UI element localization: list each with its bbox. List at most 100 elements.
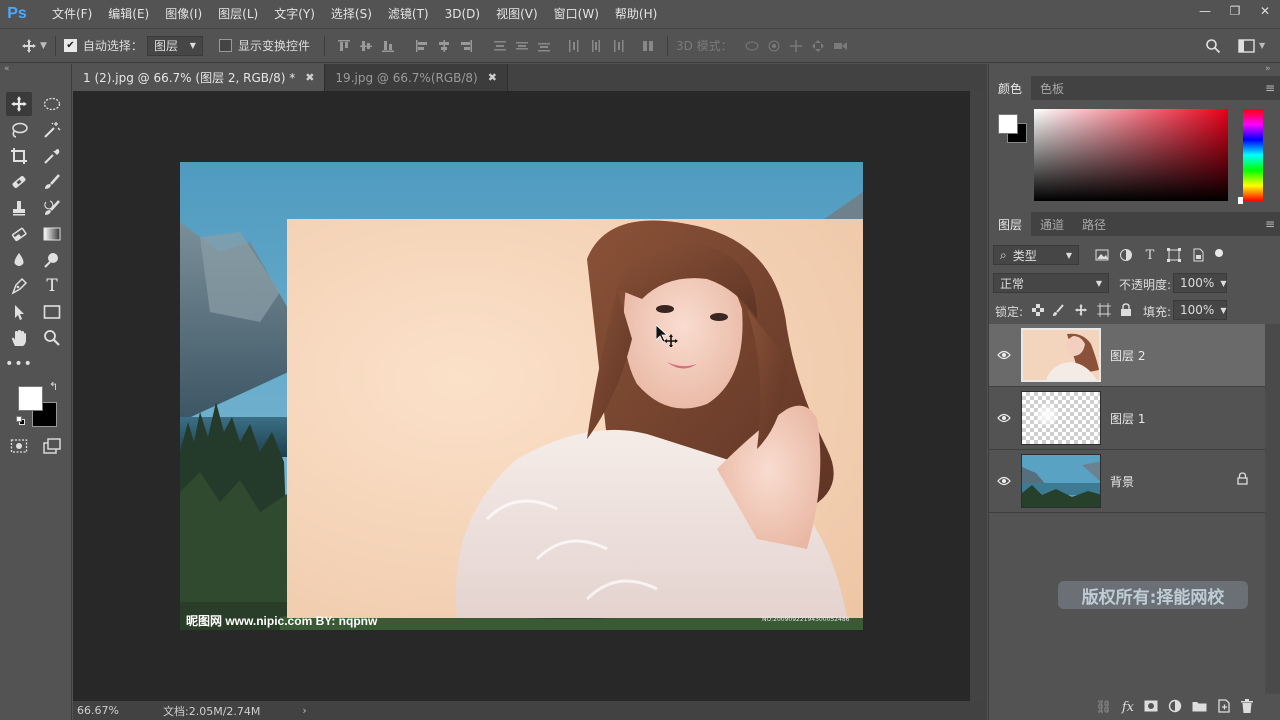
menu-view[interactable]: 视图(V) [488,5,546,22]
3d-orbit-icon[interactable] [741,35,763,57]
3d-pan-icon[interactable] [785,35,807,57]
zoom-icon[interactable] [39,326,65,350]
distribute-right-icon[interactable] [607,35,629,57]
path-selection-icon[interactable] [6,300,32,324]
visibility-eye-icon[interactable] [989,350,1019,360]
layer-list-scrollbar[interactable] [1265,324,1280,694]
panel-menu-icon[interactable]: ≡ [1265,81,1275,95]
link-layers-icon[interactable]: ⛓ [1095,700,1112,715]
restore-icon[interactable]: ❐ [1220,0,1250,22]
align-bottom-icon[interactable] [377,35,399,57]
layer-row-layer-1[interactable]: 图层 1 [989,387,1265,450]
tab-paths[interactable]: 路径 [1073,212,1115,236]
distribute-top-icon[interactable] [489,35,511,57]
blur-icon[interactable] [6,248,32,272]
add-mask-icon[interactable] [1144,700,1158,715]
canvas-area[interactable]: 昵图网 www.nipic.com BY: nqpnw NO:200909221… [73,91,970,701]
default-colors-icon[interactable] [16,416,26,426]
type-tool-icon[interactable]: T [39,274,65,298]
dodge-icon[interactable] [39,248,65,272]
search-icon[interactable] [1202,35,1224,57]
filter-shape-icon[interactable] [1163,244,1185,266]
delete-layer-icon[interactable] [1241,698,1253,716]
menu-type[interactable]: 文字(Y) [266,5,323,22]
new-layer-icon[interactable] [1217,698,1231,716]
collapse-toolbar-icon[interactable]: « [4,64,10,74]
close-tab-icon[interactable]: ✖ [488,71,497,84]
eyedropper-icon[interactable] [39,144,65,168]
hand-icon[interactable] [6,326,32,350]
elliptical-marquee-icon[interactable] [39,92,65,116]
layer-name[interactable]: 图层 1 [1110,410,1145,427]
distribute-vcenter-icon[interactable] [511,35,533,57]
close-tab-icon[interactable]: ✖ [305,71,314,84]
layer-row-background[interactable]: 背景 [989,450,1265,513]
lasso-icon[interactable] [6,118,32,142]
minimize-icon[interactable]: — [1190,0,1220,22]
foreground-color-swatch[interactable] [18,386,43,411]
new-group-folder-icon[interactable] [1192,700,1207,715]
tab-document-2[interactable]: 19.jpg @ 66.7%(RGB/8) ✖ [325,64,508,91]
tab-layers[interactable]: 图层 [989,212,1032,236]
layer-row-layer-2[interactable]: 图层 2 [989,324,1265,387]
collapse-dock-icon[interactable]: » [1265,64,1271,74]
color-panel-foreground-swatch[interactable] [998,114,1018,134]
filter-toggle-icon[interactable] [1215,249,1223,257]
menu-filter[interactable]: 滤镜(T) [380,5,437,22]
healing-brush-icon[interactable] [6,170,32,194]
tab-document-1[interactable]: 1 (2).jpg @ 66.7% (图层 2, RGB/8) * ✖ [73,64,326,91]
blend-mode-dropdown[interactable]: 正常 ▼ [993,273,1109,293]
menu-image[interactable]: 图像(I) [157,5,210,22]
swap-colors-icon[interactable]: ↰ [49,380,58,393]
align-hcenter-icon[interactable] [433,35,455,57]
hue-slider-handle[interactable] [1238,197,1243,204]
3d-scale-icon[interactable] [829,35,851,57]
lock-transparent-pixels-icon[interactable] [1027,299,1049,321]
gradient-icon[interactable] [39,222,65,246]
quick-mask-icon[interactable] [6,434,32,458]
filter-pixel-icon[interactable] [1091,244,1113,266]
status-menu-arrow-icon[interactable]: › [302,704,306,717]
color-field-picker[interactable] [1034,109,1228,201]
layer-2-photo[interactable] [287,219,863,618]
menu-layer[interactable]: 图层(L) [210,5,266,22]
opacity-input[interactable]: 100% ▼ [1173,273,1227,293]
align-right-icon[interactable] [455,35,477,57]
layer-name[interactable]: 背景 [1110,473,1134,490]
tab-swatches[interactable]: 色板 [1031,76,1073,100]
vertical-scrollbar[interactable] [970,91,987,701]
filter-adjustment-icon[interactable] [1115,244,1137,266]
filter-smart-object-icon[interactable] [1187,244,1209,266]
hue-slider[interactable] [1243,109,1263,201]
3d-roll-icon[interactable] [763,35,785,57]
distribute-hcenter-icon[interactable] [585,35,607,57]
magic-wand-icon[interactable] [39,118,65,142]
show-transform-checkbox[interactable] [218,39,232,52]
lock-image-pixels-icon[interactable] [1048,299,1070,321]
fill-input[interactable]: 100% ▼ [1173,300,1227,320]
workspace-icon[interactable] [1236,35,1258,57]
tab-color[interactable]: 颜色 [989,76,1032,100]
visibility-eye-icon[interactable] [989,413,1019,423]
clone-stamp-icon[interactable] [6,196,32,220]
auto-select-target-dropdown[interactable]: 图层 ▼ [146,35,203,56]
screen-mode-icon[interactable] [39,434,65,458]
move-tool-preset-icon[interactable] [18,35,40,57]
layer-style-fx-icon[interactable]: fx [1122,700,1134,715]
menu-window[interactable]: 窗口(W) [546,5,607,22]
zoom-level[interactable]: 66.67% [77,704,157,717]
menu-help[interactable]: 帮助(H) [607,5,665,22]
panel-menu-icon[interactable]: ≡ [1265,217,1275,231]
menu-file[interactable]: 文件(F) [44,5,100,22]
auto-select-checkbox[interactable]: ✔ [63,39,77,52]
3d-slide-icon[interactable] [807,35,829,57]
layer-name[interactable]: 图层 2 [1110,347,1145,364]
history-brush-icon[interactable] [39,196,65,220]
filter-type-icon[interactable]: T [1139,244,1161,266]
lock-all-icon[interactable] [1115,299,1137,321]
distribute-left-icon[interactable] [563,35,585,57]
align-top-icon[interactable] [333,35,355,57]
auto-align-icon[interactable] [637,35,659,57]
new-adjustment-layer-icon[interactable] [1168,699,1182,716]
lock-position-icon[interactable] [1070,299,1092,321]
